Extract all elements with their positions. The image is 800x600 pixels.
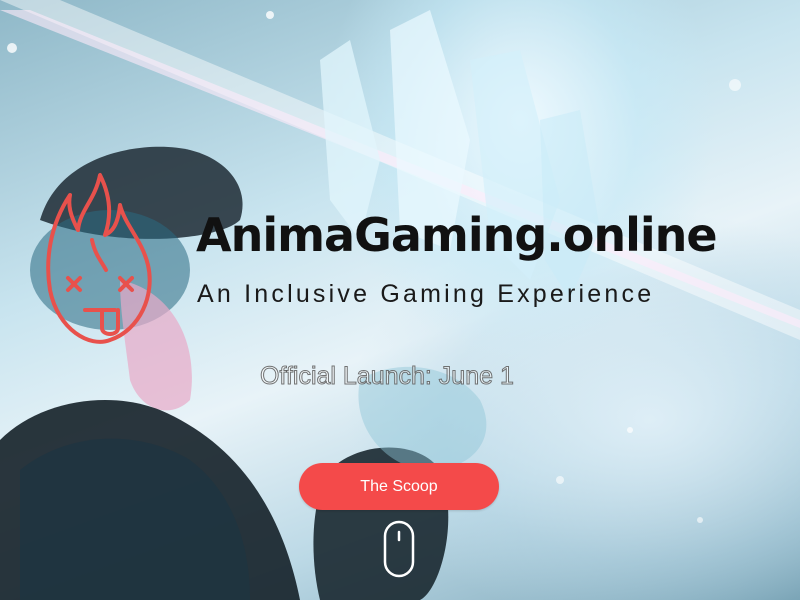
mouse-scroll-icon[interactable] — [383, 520, 415, 578]
site-title: AnimaGaming.online — [196, 208, 718, 262]
the-scoop-button[interactable]: The Scoop — [299, 463, 499, 510]
launch-date-text: Official Launch: June 1 — [260, 362, 515, 391]
tagline: An Inclusive Gaming Experience — [197, 280, 655, 308]
flame-face-icon — [46, 173, 152, 344]
hero-section: AnimaGaming.online An Inclusive Gaming E… — [0, 0, 800, 600]
